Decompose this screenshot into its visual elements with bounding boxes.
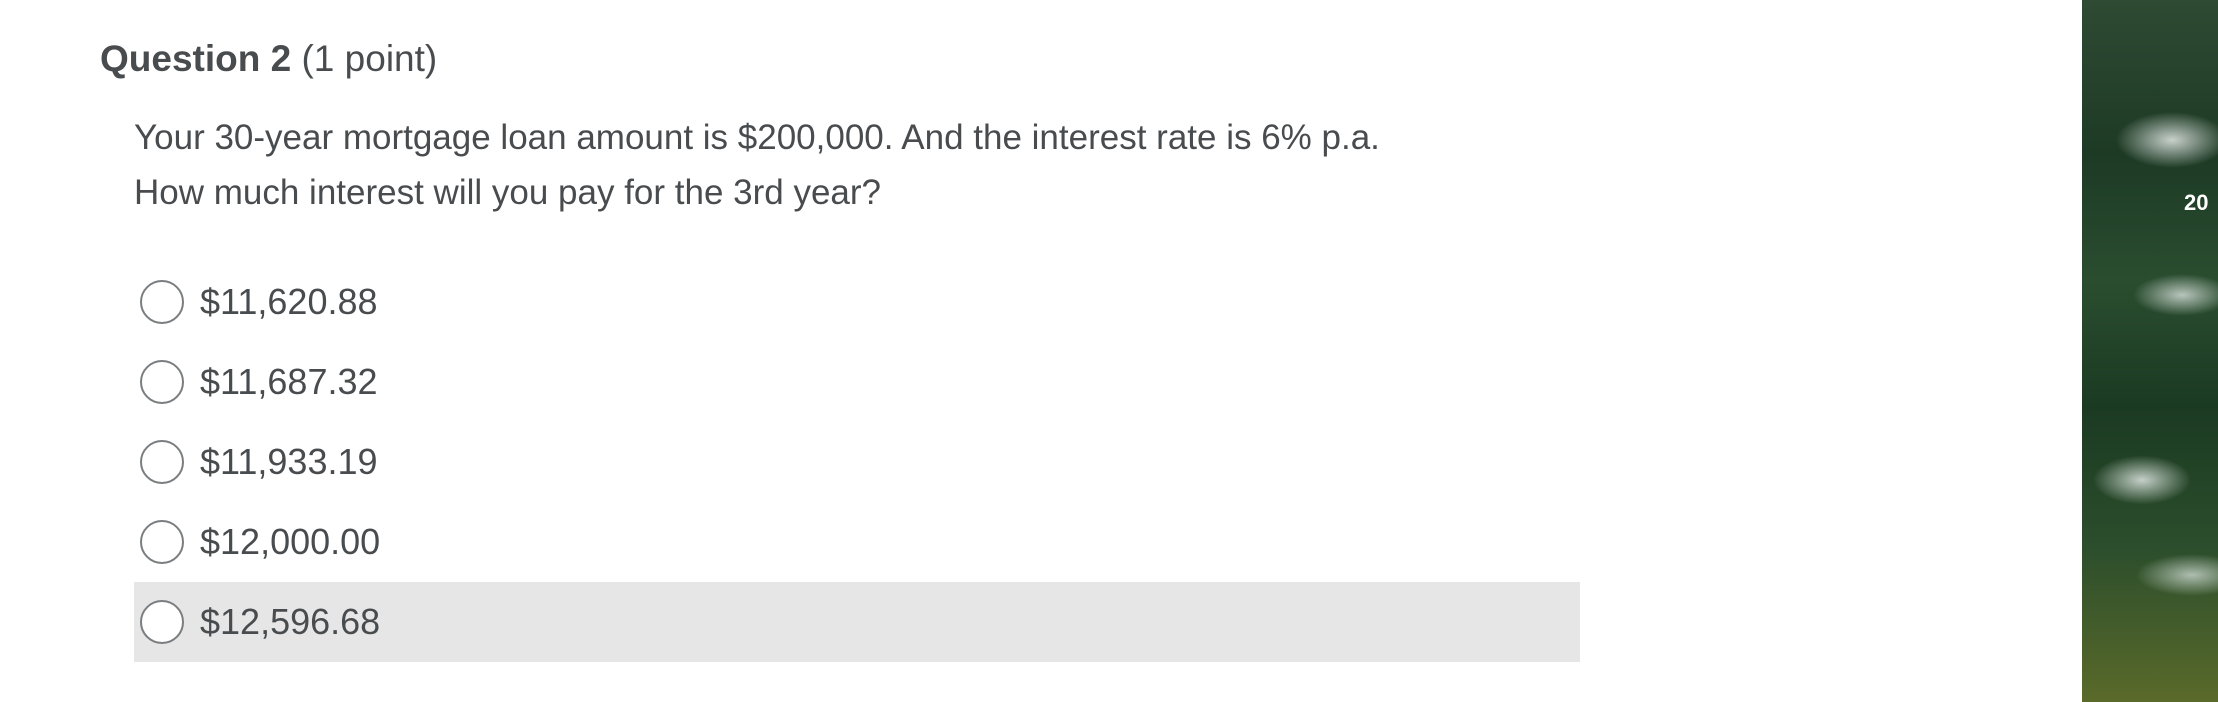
answer-option-4[interactable]: $12,000.00 xyxy=(134,502,1580,582)
question-line: How much interest will you pay for the 3… xyxy=(134,173,881,212)
answer-label: $11,620.88 xyxy=(200,281,378,322)
question-points: (1 point) xyxy=(301,38,438,79)
answer-option-2[interactable]: $11,687.32 xyxy=(134,342,1580,422)
question-header: Question 2 (1 point) xyxy=(100,34,437,84)
background-partial-text: 20 xyxy=(2184,190,2209,215)
radio-button[interactable] xyxy=(140,360,184,404)
radio-button[interactable] xyxy=(140,440,184,484)
background-image: 20 xyxy=(2082,0,2218,702)
question-line: Your 30-year mortgage loan amount is $20… xyxy=(134,118,1380,157)
radio-button[interactable] xyxy=(140,520,184,564)
radio-button[interactable] xyxy=(140,280,184,324)
answer-option-5[interactable]: $12,596.68 xyxy=(134,582,1580,662)
question-panel: Question 2 (1 point) Your 30-year mortga… xyxy=(0,0,2082,702)
answer-label: $11,933.19 xyxy=(200,441,378,482)
answer-label: $12,000.00 xyxy=(200,521,381,562)
answer-label: $12,596.68 xyxy=(200,601,381,642)
answer-option-1[interactable]: $11,620.88 xyxy=(134,262,1580,342)
question-title: Question 2 xyxy=(100,38,292,79)
answer-option-3[interactable]: $11,933.19 xyxy=(134,422,1580,502)
radio-button[interactable] xyxy=(140,600,184,644)
answer-options: $11,620.88 $11,687.32 $11,933.19 $12,000… xyxy=(134,262,1580,662)
answer-label: $11,687.32 xyxy=(200,361,378,402)
question-text: Your 30-year mortgage loan amount is $20… xyxy=(134,110,1614,220)
